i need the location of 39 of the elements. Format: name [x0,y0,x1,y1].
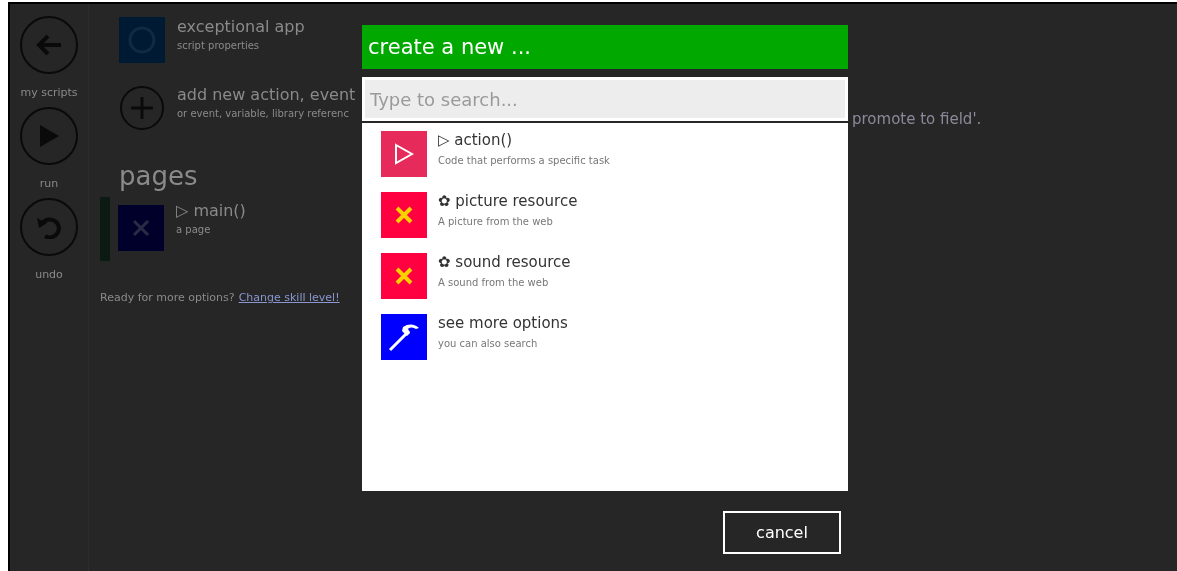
option-title[interactable]: ✿ sound resource [438,253,571,271]
option-title[interactable]: ▷ action() [438,131,610,149]
cross-icon [395,267,413,285]
back-arrow-icon [35,33,63,57]
search-field[interactable]: Type to search... [362,77,848,121]
play-outline-icon [394,143,414,165]
app-tile[interactable] [119,17,165,63]
option-description: Code that performs a specific task [438,155,610,166]
selection-bar [100,197,110,261]
option-title[interactable]: ✿ picture resource [438,192,578,210]
page-subtitle: a page [176,224,212,235]
option-title[interactable]: see more options [438,314,568,332]
cross-icon [395,206,413,224]
page-title: ▷ main() [176,201,246,220]
dialog-title: create a new ... [362,25,848,69]
sidebar-label: undo [35,268,63,281]
undo-button[interactable] [20,198,78,256]
cross-icon [132,219,150,237]
play-icon [38,124,60,148]
plus-icon[interactable] [119,85,165,131]
undo-icon [36,215,62,239]
note-text: promote to field'. [852,110,982,128]
hammer-icon [387,322,421,352]
cancel-button[interactable]: cancel [723,511,841,554]
option-description: you can also search [438,338,539,349]
item-title: exceptional app [177,17,305,36]
option-description: A picture from the web [438,216,554,227]
sidebar-label: my scripts [20,86,78,99]
item-subtitle: script properties [177,40,261,51]
skill-level-link[interactable]: Change skill level! [238,291,340,304]
hint-text: Ready for more options? [100,291,235,304]
section-heading: pages [119,161,199,191]
run-button[interactable] [20,107,78,165]
back-button[interactable] [20,16,78,74]
option-description: A sound from the web [438,277,550,288]
item-title: add new action, event [177,85,356,104]
sidebar-label: run [39,177,59,190]
item-subtitle: or event, variable, library referenc [177,108,350,119]
page-tile[interactable] [118,205,164,251]
